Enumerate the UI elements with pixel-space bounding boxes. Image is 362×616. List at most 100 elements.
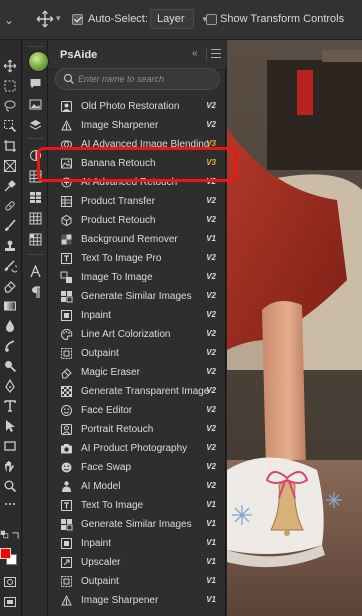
tool-list-item-label: Old Photo Restoration — [81, 101, 180, 112]
type-tool[interactable] — [2, 398, 18, 414]
swatches-panel-button[interactable] — [28, 232, 43, 247]
auto-select-checkbox[interactable] — [72, 14, 83, 25]
image-stack-icon — [29, 99, 42, 110]
more-tools[interactable] — [2, 496, 18, 512]
tool-list-item[interactable]: Image To Image V2 — [52, 268, 222, 287]
tool-list-item[interactable]: Generate Transparent Image V2 — [52, 382, 222, 401]
eraser-tool[interactable] — [2, 278, 18, 294]
history-brush-tool[interactable] — [2, 258, 18, 274]
camera-icon — [60, 442, 73, 455]
canvas-photo — [227, 40, 362, 616]
search-input[interactable] — [78, 71, 216, 87]
adjustments-icon — [30, 150, 41, 161]
tool-list-item[interactable]: Banana Retouch V3 — [52, 154, 222, 173]
eyedropper-tool[interactable] — [2, 178, 18, 194]
path-selection-tool[interactable] — [2, 418, 18, 434]
screen-mode-button[interactable] — [2, 594, 18, 610]
tool-list-item[interactable]: Inpaint V1 — [52, 534, 222, 553]
dodge-tool[interactable] — [2, 358, 18, 374]
libraries-panel-button[interactable] — [28, 97, 43, 112]
tool-list-item[interactable]: AI Model V2 — [52, 477, 222, 496]
crop-tool[interactable] — [2, 138, 18, 154]
rectangle-tool[interactable] — [2, 438, 18, 454]
tool-list-item[interactable]: Generate Similar Images V2 — [52, 287, 222, 306]
comments-panel-button[interactable] — [28, 76, 43, 91]
tool-list-item[interactable]: Outpaint V2 — [52, 344, 222, 363]
tool-list-item[interactable]: Portrait Retouch V2 — [52, 420, 222, 439]
swap-colors-button[interactable] — [11, 530, 21, 540]
clone-stamp-tool[interactable] — [2, 238, 18, 254]
tool-list-item[interactable]: AI Advanced Retouch V2 — [52, 173, 222, 192]
chevron-down-icon[interactable]: ▾ — [56, 13, 61, 24]
zoom-tool[interactable] — [2, 478, 18, 494]
version-badge: V3 — [206, 139, 216, 148]
lasso-tool[interactable] — [2, 98, 18, 114]
tool-list-item[interactable]: Image Sharpener V1 — [52, 591, 222, 610]
channels-panel-button[interactable] — [28, 190, 43, 205]
healing-brush-tool[interactable] — [2, 198, 18, 214]
frame-tool[interactable] — [2, 158, 18, 174]
adjustments-panel-button[interactable] — [28, 148, 43, 163]
tool-list-item[interactable]: Line Art Colorization V2 — [52, 325, 222, 344]
default-colors-button[interactable] — [0, 530, 10, 540]
tool-list-item-label: Magic Eraser — [81, 367, 140, 378]
retouch-icon — [60, 176, 73, 189]
auto-select-target-dropdown[interactable]: Layer ▾ — [150, 9, 207, 29]
character-panel-button[interactable] — [28, 264, 43, 279]
blur-tool[interactable] — [2, 318, 18, 334]
search-box[interactable] — [55, 68, 220, 90]
object-selection-tool[interactable] — [2, 118, 18, 134]
sharpen-icon — [60, 594, 73, 607]
tool-list-item-label: Face Editor — [81, 405, 133, 416]
tool-list-item[interactable]: AI Advanced Image Blending V3 — [52, 135, 222, 154]
tool-list-item[interactable]: Product Retouch V2 — [52, 211, 222, 230]
tool-list-item-label: Portrait Retouch — [81, 424, 154, 435]
tool-list-item[interactable]: Text To Image V1 — [52, 496, 222, 515]
panel-menu-icon[interactable] — [211, 49, 221, 58]
chevron-down-icon[interactable]: ⌄ — [4, 13, 14, 27]
layers-icon — [29, 120, 42, 130]
move-tool[interactable] — [2, 58, 18, 74]
blend-icon — [60, 138, 73, 151]
tool-list-item[interactable]: Background Remover V1 — [52, 230, 222, 249]
stamp-icon — [5, 240, 15, 251]
collapse-icon[interactable]: ‹‹ — [192, 48, 198, 59]
foreground-color-swatch[interactable] — [0, 548, 11, 559]
tool-list-item[interactable]: AI Product Photography V2 — [52, 439, 222, 458]
move-tool-icon[interactable] — [36, 10, 54, 28]
eyedropper-icon — [4, 180, 16, 192]
version-badge: V1 — [206, 538, 216, 547]
version-badge: V1 — [206, 234, 216, 243]
paragraph-panel-button[interactable] — [28, 285, 43, 300]
hand-tool[interactable] — [2, 458, 18, 474]
properties-panel-button[interactable] — [28, 169, 43, 184]
tool-list-item[interactable]: Outpaint V1 — [52, 572, 222, 591]
screen-mode-icon — [4, 597, 16, 607]
brush-tool[interactable] — [2, 218, 18, 234]
paths-panel-button[interactable] — [28, 211, 43, 226]
tool-list-item[interactable]: Upscaler V1 — [52, 553, 222, 572]
tool-list-item-label: Outpaint — [81, 576, 119, 587]
tool-list-item[interactable]: Face Editor V2 — [52, 401, 222, 420]
tool-list-item[interactable]: Generate Similar Images V1 — [52, 515, 222, 534]
quick-mask-button[interactable] — [2, 574, 18, 590]
tool-list-item[interactable]: Inpaint V2 — [52, 306, 222, 325]
panel-title: PsAide — [60, 49, 98, 61]
version-badge: V1 — [206, 576, 216, 585]
document-canvas[interactable] — [227, 40, 362, 616]
tool-list-item[interactable]: Magic Eraser V2 — [52, 363, 222, 382]
tool-list-item[interactable]: Text To Image Pro V2 — [52, 249, 222, 268]
tool-list-item[interactable]: Product Transfer V2 — [52, 192, 222, 211]
layer-comps-panel-button[interactable] — [28, 118, 43, 133]
tool-list-item[interactable]: Face Swap V2 — [52, 458, 222, 477]
tool-list-item-label: AI Advanced Image Blending — [81, 139, 210, 150]
pen-tool[interactable] — [2, 378, 18, 394]
show-transform-controls-checkbox[interactable] — [206, 14, 217, 25]
tool-list-item-label: Product Retouch — [81, 215, 156, 226]
frame-icon — [4, 160, 16, 172]
gradient-tool[interactable] — [2, 298, 18, 314]
tool-list-item[interactable]: Old Photo Restoration V2 — [52, 97, 222, 116]
smudge-tool[interactable] — [2, 338, 18, 354]
marquee-tool[interactable] — [2, 78, 18, 94]
tool-list-item[interactable]: Image Sharpener V2 — [52, 116, 222, 135]
